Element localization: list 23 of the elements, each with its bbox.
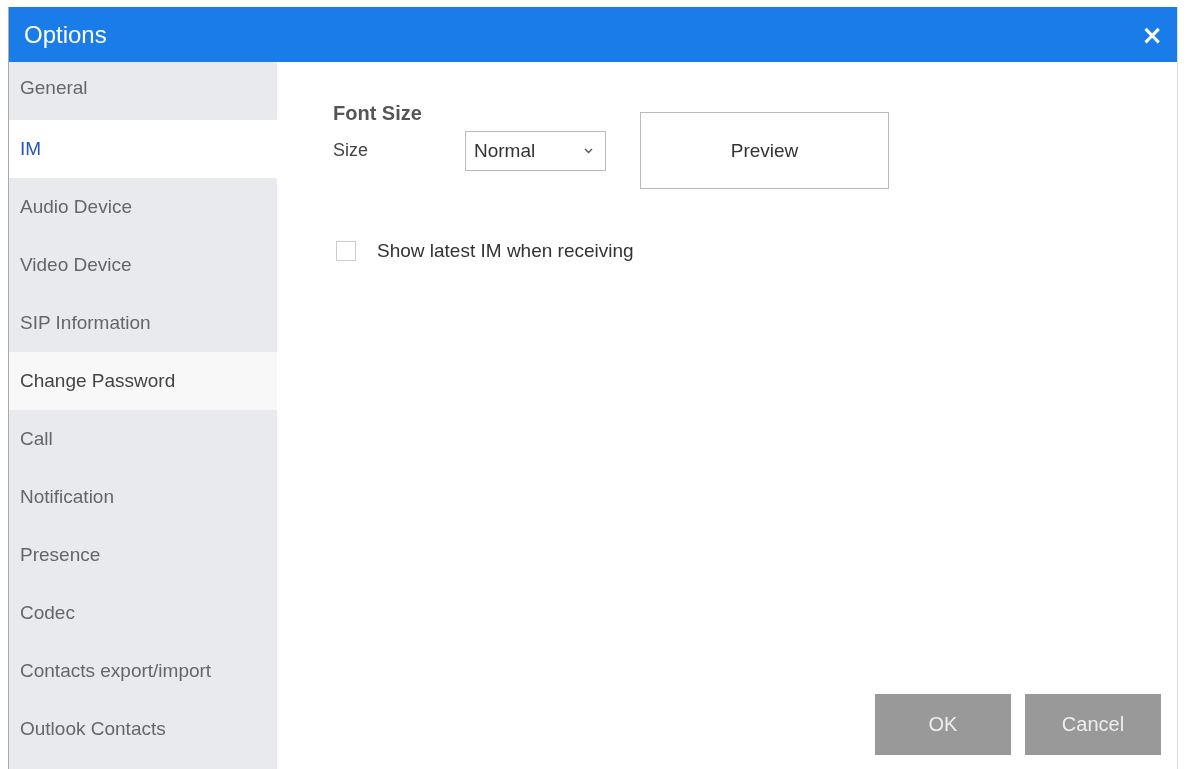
dialog-button[interactable]: OK [875, 694, 1011, 755]
sidebar-item[interactable]: Audio Device [9, 178, 277, 236]
section-title: Font Size [333, 102, 423, 125]
sidebar-item[interactable]: Outlook Contacts [9, 700, 277, 758]
sidebar-item[interactable]: Notification [9, 468, 277, 526]
dialog-button[interactable]: Cancel [1025, 694, 1161, 755]
sidebar-item[interactable]: Contacts export/import [9, 642, 277, 700]
sidebar-item[interactable]: SIP Information [9, 294, 277, 352]
sidebar-item[interactable]: General [9, 62, 277, 120]
caret-icon [584, 147, 593, 154]
close-button[interactable]: × [1137, 21, 1167, 48]
sidebar-item[interactable]: Video Device [9, 236, 277, 294]
sidebar-item[interactable]: Codec [9, 584, 277, 642]
checkbox[interactable] [336, 241, 356, 261]
window-title: Options [24, 20, 107, 49]
size-label: Size [333, 140, 369, 161]
size-dropdown[interactable]: Normal [465, 130, 606, 171]
checkbox-label: Show latest IM when receiving [377, 240, 634, 262]
sidebar-item[interactable]: IM [9, 120, 277, 178]
preview-button[interactable]: Preview [640, 112, 889, 189]
sidebar-item[interactable]: Presence [9, 526, 277, 584]
sidebar-item[interactable]: Call [9, 410, 277, 468]
sidebar-item[interactable]: Change Password [9, 352, 277, 410]
